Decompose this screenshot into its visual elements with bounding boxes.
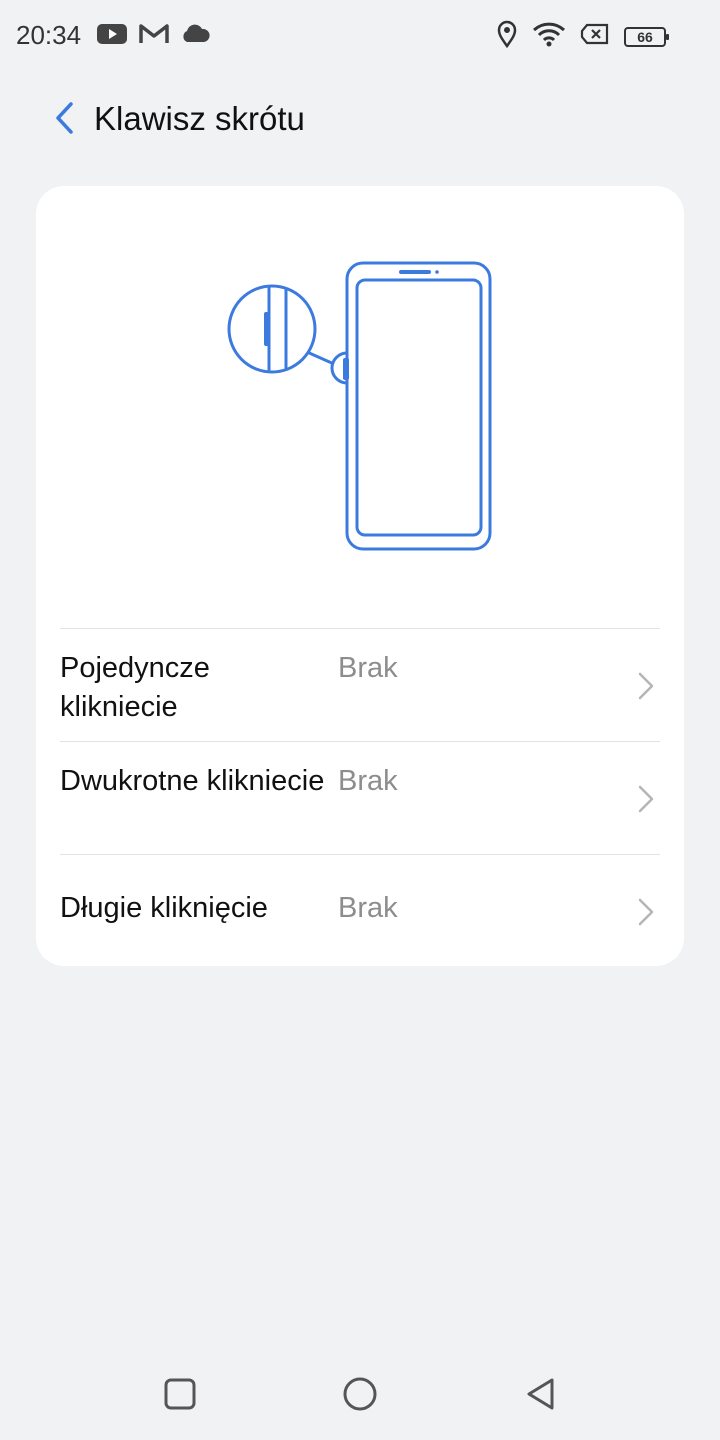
status-bar: 20:34 66: [0, 0, 720, 72]
recent-apps-icon: [164, 1378, 196, 1410]
setting-row-double-click[interactable]: Dwukrotne klikniecie Brak: [60, 741, 660, 854]
location-icon: [496, 20, 518, 53]
gmail-icon: [138, 22, 170, 51]
phone-outline: [345, 261, 492, 551]
back-button[interactable]: [44, 96, 84, 140]
setting-value: Brak: [338, 892, 398, 924]
sim-off-icon: [580, 23, 610, 50]
recent-apps-button[interactable]: [158, 1372, 202, 1416]
notification-icons: [96, 22, 210, 51]
chevron-left-icon: [56, 102, 73, 134]
setting-value: Brak: [338, 765, 398, 797]
wifi-icon: [532, 21, 566, 52]
chevron-right-icon: [638, 785, 654, 813]
navigation-bar: [0, 1350, 720, 1440]
setting-label: Pojedyncze klikniecie: [60, 652, 210, 723]
magnifier-circle: [227, 284, 317, 374]
side-key-illustration: [36, 186, 684, 606]
battery-icon: 66: [624, 26, 669, 47]
shortcut-settings-list: Pojedyncze klikniecie Brak Dwukrotne kli…: [60, 628, 660, 967]
app-bar: Klawisz skrótu: [0, 90, 720, 150]
setting-row-long-press[interactable]: Długie kliknięcie Brak: [60, 854, 660, 967]
setting-label: Dwukrotne klikniecie: [60, 765, 325, 797]
setting-label: Długie kliknięcie: [60, 892, 268, 924]
setting-value: Brak: [338, 652, 398, 684]
chevron-right-icon: [638, 898, 654, 926]
home-icon: [343, 1377, 377, 1411]
settings-card: Pojedyncze klikniecie Brak Dwukrotne kli…: [36, 186, 684, 966]
home-button[interactable]: [338, 1372, 382, 1416]
back-icon: [527, 1378, 554, 1410]
setting-row-single-click[interactable]: Pojedyncze klikniecie Brak: [60, 628, 660, 741]
chevron-right-icon: [638, 672, 654, 700]
cloud-icon: [180, 23, 210, 50]
youtube-icon: [96, 22, 128, 51]
page-title: Klawisz skrótu: [94, 100, 305, 137]
nav-back-button[interactable]: [518, 1372, 562, 1416]
status-time: 20:34: [16, 20, 82, 50]
phone-screen: [355, 278, 483, 537]
system-icons: 66: [496, 20, 669, 53]
screen: 20:34 66 Klawisz skrótu Pojedyncze klikn…: [0, 0, 720, 1440]
